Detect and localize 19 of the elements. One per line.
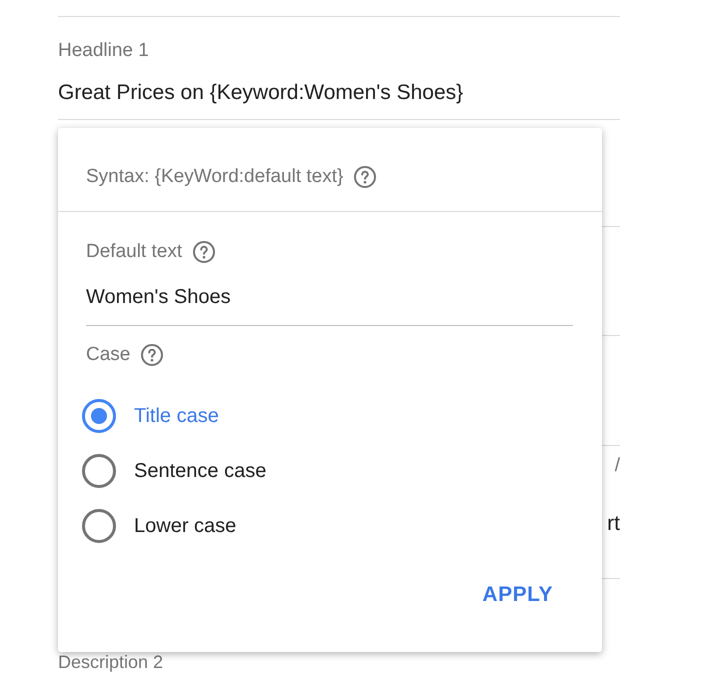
help-icon[interactable] xyxy=(140,343,164,367)
field-value: rt xyxy=(607,511,620,537)
field-label: Headline 1 xyxy=(58,39,150,63)
apply-button[interactable]: APPLY xyxy=(480,575,555,615)
field-label: Case xyxy=(86,343,130,367)
radio-button[interactable] xyxy=(82,398,116,432)
radio-button[interactable] xyxy=(82,508,116,542)
radio-button[interactable] xyxy=(82,454,116,488)
help-icon[interactable] xyxy=(353,165,378,189)
radio-label[interactable]: Lower case xyxy=(134,510,236,540)
syntax-hint: Syntax: {KeyWord:default text} xyxy=(86,165,344,189)
radio-label[interactable]: Sentence case xyxy=(134,456,266,486)
radio-label[interactable]: Title case xyxy=(134,400,219,430)
field-label: Default text xyxy=(86,240,182,264)
headline-value[interactable]: Great Prices on {Keyword:Women's Shoes} xyxy=(58,80,620,106)
help-icon[interactable] xyxy=(192,240,216,264)
field-label: Description 2 xyxy=(58,652,164,672)
character-counter: / xyxy=(614,454,620,478)
default-text-field[interactable]: Women's Shoes xyxy=(86,285,573,326)
